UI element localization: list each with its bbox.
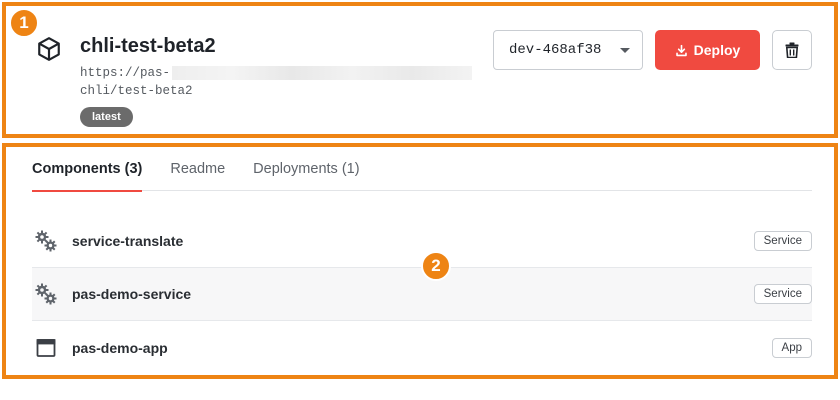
chevron-down-icon xyxy=(620,48,630,53)
component-name: service-translate xyxy=(72,233,184,249)
app-window-icon xyxy=(34,336,58,360)
download-icon xyxy=(675,44,687,56)
version-select-value: dev-468af38 xyxy=(509,42,602,58)
components-list: service-translate Service pas-demo-servi… xyxy=(32,215,812,374)
component-header: chli-test-beta2 https://pas- chli/test-b… xyxy=(6,6,834,134)
component-type-badge: Service xyxy=(753,284,812,304)
component-details: Components (3) Readme Deployments (1) se… xyxy=(6,147,834,375)
gears-icon xyxy=(34,282,58,306)
annotation-marker-1: 1 xyxy=(9,8,39,38)
page-title: chli-test-beta2 xyxy=(80,35,216,57)
annotation-marker-2: 2 xyxy=(421,251,451,281)
trash-icon xyxy=(785,42,799,58)
repository-url[interactable]: https://pas- chli/test-beta2 xyxy=(80,64,473,100)
tab-bar: Components (3) Readme Deployments (1) xyxy=(32,147,812,192)
component-type-badge: Service xyxy=(753,231,812,251)
tab-readme[interactable]: Readme xyxy=(170,147,225,191)
deploy-button[interactable]: Deploy xyxy=(655,30,760,70)
tab-deployments[interactable]: Deployments (1) xyxy=(253,147,359,191)
component-type-badge: App xyxy=(771,337,812,358)
tab-components[interactable]: Components (3) xyxy=(32,147,143,192)
version-select[interactable]: dev-468af38 xyxy=(493,30,643,70)
component-name: pas-demo-service xyxy=(72,286,192,302)
url-line-1: https://pas- xyxy=(80,66,171,80)
list-item[interactable]: pas-demo-app App xyxy=(32,321,812,374)
page-footer-space xyxy=(6,383,834,396)
gears-icon xyxy=(34,229,58,253)
list-item[interactable]: pas-demo-service Service xyxy=(32,268,812,321)
deploy-button-label: Deploy xyxy=(693,42,741,58)
redacted-text xyxy=(172,66,473,80)
version-tag-badge: latest xyxy=(80,107,133,127)
package-cube-icon xyxy=(38,37,60,61)
delete-button[interactable] xyxy=(772,30,812,70)
component-name: pas-demo-app xyxy=(72,339,168,356)
url-line-2: chli/test-beta2 xyxy=(80,84,193,98)
